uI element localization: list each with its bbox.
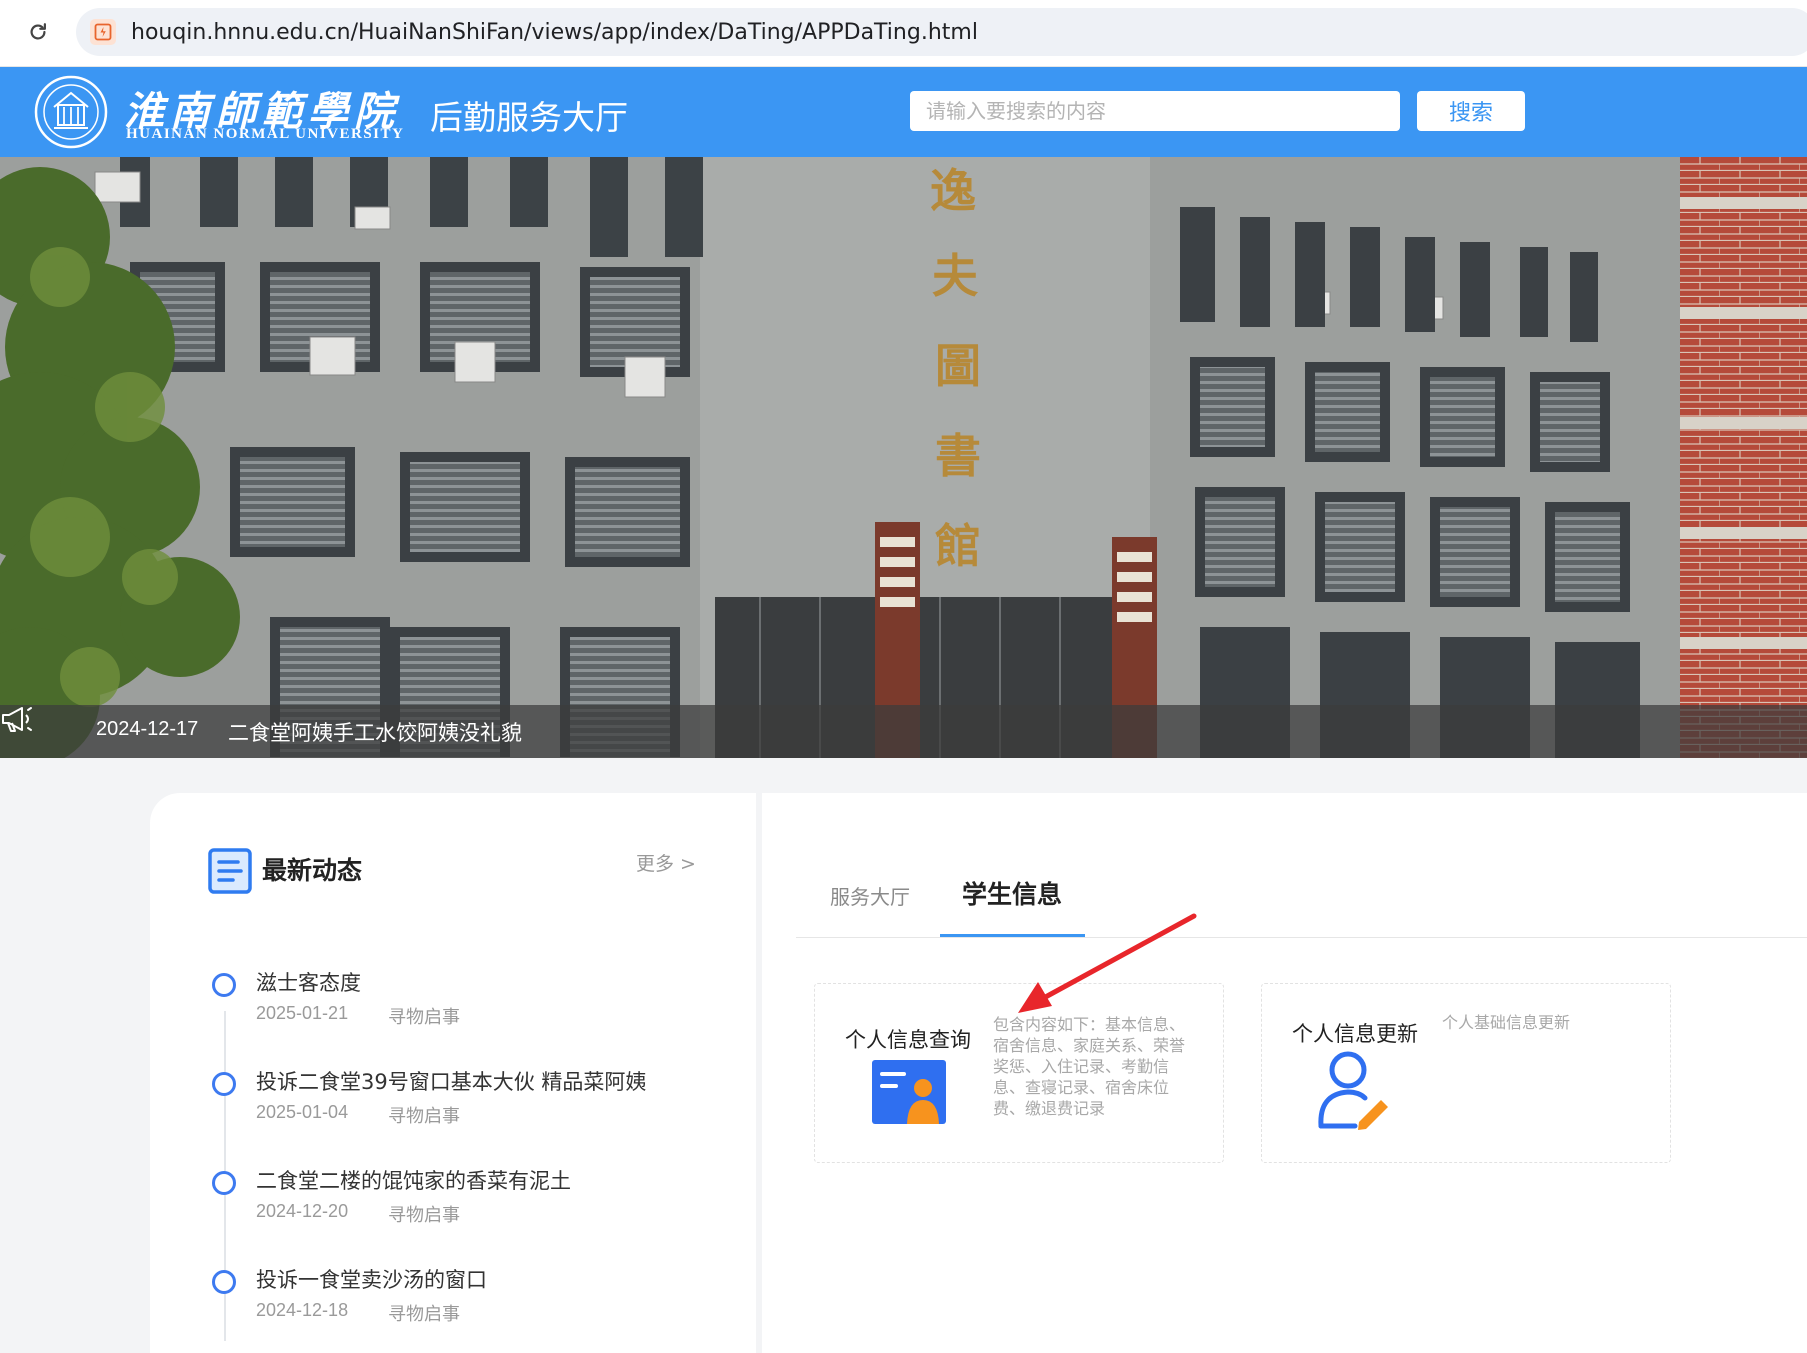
news-item-title[interactable]: 二食堂二楼的馄饨家的香菜有泥土 — [256, 1165, 571, 1195]
personal-info-query-card[interactable]: 个人信息查询 包含内容如下：基本信息、宿舍信息、家庭关系、荣誉奖惩、入住记录、考… — [814, 983, 1224, 1163]
news-list-item[interactable]: 投诉一食堂卖沙汤的窗口 2024-12-18 寻物启事 — [212, 1260, 732, 1340]
news-item-category: 寻物启事 — [388, 1205, 460, 1226]
timeline-dot-icon — [212, 1072, 236, 1096]
svg-text:館: 館 — [935, 519, 981, 573]
library-building-image: 逸 夫 圖 書 館 — [0, 157, 1807, 758]
url-text: houqin.hnnu.edu.cn/HuaiNanShiFan/views/a… — [131, 20, 978, 45]
notice-date: 2024-12-17 — [96, 718, 199, 740]
id-card-icon — [872, 1060, 946, 1124]
news-list-item[interactable]: 滋士客态度 2025-01-21 寻物启事 — [212, 963, 732, 1043]
timeline-dot-icon — [212, 1171, 236, 1195]
tab-service-hall[interactable]: 服务大厅 — [830, 881, 910, 910]
news-item-date: 2025-01-04 — [256, 1102, 349, 1122]
reload-icon — [30, 23, 46, 40]
university-name-en: HUAINAN NORMAL UNIVERSITY — [126, 126, 405, 142]
news-item-category: 寻物启事 — [388, 1106, 460, 1127]
news-item-date: 2025-01-21 — [256, 1003, 349, 1023]
tab-divider — [796, 937, 1807, 938]
news-item-title[interactable]: 投诉一食堂卖沙汤的窗口 — [256, 1264, 487, 1294]
news-section-title: 最新动态 — [262, 856, 363, 885]
timeline-dot-icon — [212, 1270, 236, 1294]
notice-bar[interactable]: 2024-12-17 二食堂阿姨手工水饺阿姨没礼貌 — [0, 705, 1807, 758]
news-item-date: 2024-12-20 — [256, 1201, 349, 1221]
megaphone-icon — [2, 707, 32, 732]
site-header: 淮南師範學院 HUAINAN NORMAL UNIVERSITY 后勤服务大厅 … — [0, 67, 1807, 157]
news-document-icon — [208, 848, 252, 894]
svg-text:逸: 逸 — [930, 164, 976, 218]
news-list-item[interactable]: 投诉二食堂39号窗口基本大伙 精品菜阿姨 2025-01-04 寻物启事 — [212, 1062, 732, 1142]
news-item-category: 寻物启事 — [388, 1007, 460, 1028]
card-description: 个人基础信息更新 — [1442, 1013, 1571, 1032]
user-edit-icon — [1318, 1051, 1388, 1130]
card-description: 包含内容如下：基本信息、宿舍信息、家庭关系、荣誉奖惩、入住记录、考勤信息、查寝记… — [993, 1015, 1186, 1118]
news-item-title[interactable]: 投诉二食堂39号窗口基本大伙 精品菜阿姨 — [256, 1066, 646, 1096]
card-title: 个人信息更新 — [1292, 1022, 1418, 1046]
site-title: 后勤服务大厅 — [430, 98, 628, 137]
svg-text:圖: 圖 — [935, 339, 981, 393]
reload-button[interactable] — [24, 18, 52, 46]
news-more-link[interactable]: 更多 > — [636, 849, 696, 876]
svg-text:夫: 夫 — [932, 249, 979, 303]
news-item-date: 2024-12-18 — [256, 1300, 349, 1320]
news-item-title[interactable]: 滋士客态度 — [256, 967, 361, 997]
news-item-category: 寻物启事 — [388, 1304, 460, 1325]
personal-info-update-card[interactable]: 个人信息更新 个人基础信息更新 — [1261, 983, 1671, 1163]
news-list-item[interactable]: 二食堂二楼的馄饨家的香菜有泥土 2024-12-20 寻物启事 — [212, 1161, 732, 1241]
university-logo-icon[interactable] — [34, 75, 108, 149]
tab-student-info[interactable]: 学生信息 — [962, 875, 1062, 911]
search-input[interactable] — [910, 91, 1400, 131]
service-panel: 服务大厅 学生信息 个人信息查询 包含内容如下：基本信息、宿舍信息、家庭关系、荣… — [762, 793, 1807, 1353]
address-bar[interactable]: houqin.hnnu.edu.cn/HuaiNanShiFan/views/a… — [76, 8, 1807, 56]
site-favicon-icon — [90, 19, 116, 45]
search-button[interactable]: 搜索 — [1417, 91, 1525, 131]
svg-text:書: 書 — [935, 429, 981, 483]
latest-news-panel: 最新动态 更多 > 滋士客态度 2025-01-21 寻物启事 投诉二食堂39号… — [150, 793, 756, 1353]
banner-carousel[interactable]: 逸 夫 圖 書 館 2024-12-17 二食堂阿姨手工水饺阿姨没礼貌 — [0, 157, 1807, 758]
notice-text[interactable]: 二食堂阿姨手工水饺阿姨没礼貌 — [228, 717, 522, 747]
card-title: 个人信息查询 — [845, 1028, 971, 1052]
browser-toolbar: houqin.hnnu.edu.cn/HuaiNanShiFan/views/a… — [0, 0, 1807, 67]
timeline-dot-icon — [212, 973, 236, 997]
